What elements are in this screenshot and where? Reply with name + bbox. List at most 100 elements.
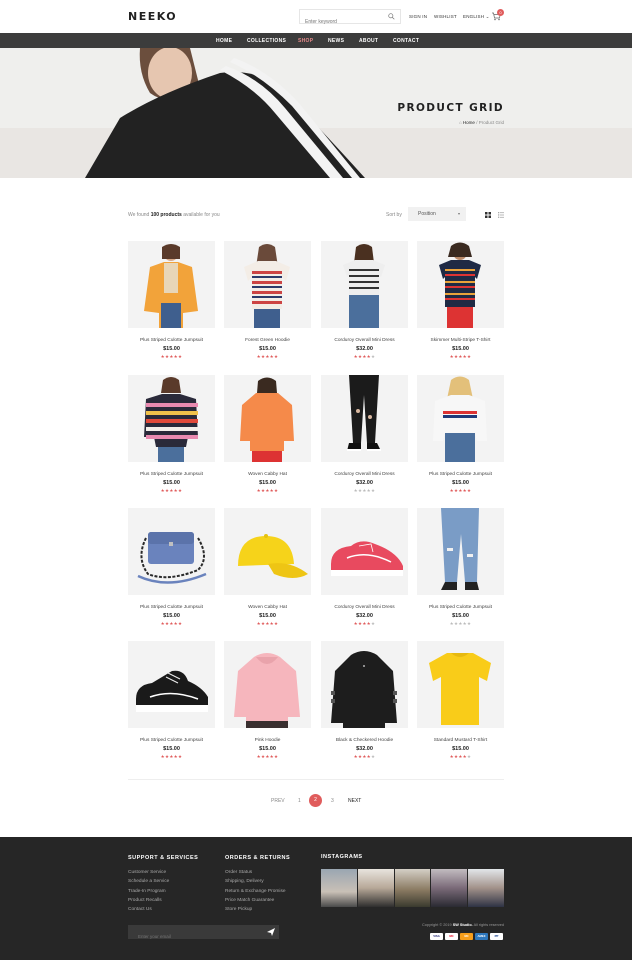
product-card[interactable]: Woven Cabby Hat $15.00 ★★★★★ — [224, 508, 311, 627]
copyright-brand[interactable]: SW Studio. — [453, 923, 473, 927]
product-name[interactable]: Pink Hoodie — [224, 738, 311, 743]
nav-news[interactable]: NEWS — [328, 38, 344, 44]
instagram-photo[interactable] — [394, 869, 431, 907]
list-view-icon[interactable] — [498, 212, 504, 218]
footer-link[interactable]: Product Recalls — [128, 896, 169, 905]
product-card[interactable]: Plus Striped Culotte Jumpsuit $15.00 ★★★… — [128, 241, 215, 360]
grid-view-icon[interactable] — [485, 212, 491, 218]
pagination-page-2[interactable]: 2 — [309, 794, 322, 807]
sort-select[interactable]: Position ▾ — [408, 207, 466, 221]
product-image[interactable] — [224, 241, 311, 328]
instagram-photo[interactable] — [431, 869, 468, 907]
product-image[interactable] — [321, 641, 408, 728]
product-name[interactable]: Plus Striped Culotte Jumpsuit — [128, 738, 215, 743]
product-card[interactable]: Plus Striped Culotte Jumpsuit $15.00 ★★★… — [128, 375, 215, 494]
product-name[interactable]: Woven Cabby Hat — [224, 605, 311, 610]
product-card[interactable]: Woven Cabby Hat $15.00 ★★★★★ — [224, 375, 311, 494]
product-image[interactable] — [128, 241, 215, 328]
product-image[interactable] — [224, 375, 311, 462]
footer-link[interactable]: Return & Exchange Promise — [225, 887, 286, 896]
nav-shop[interactable]: SHOP — [298, 38, 313, 44]
results-number: 100 products — [150, 212, 182, 218]
payment-methods: VISA MC MC AMEX PP — [430, 933, 503, 940]
mastercard-icon: MC — [460, 933, 473, 940]
product-card[interactable]: Plus Striped Culotte Jumpsuit $15.00 ★★★… — [417, 375, 504, 494]
footer-link[interactable]: Contact Us — [128, 905, 169, 914]
pagination-page-3[interactable]: 3 — [331, 798, 334, 804]
footer-link[interactable]: Price Match Guarantee — [225, 896, 286, 905]
product-card[interactable]: Corduroy Overall Mini Dress $32.00 ★★★★★ — [321, 508, 408, 627]
product-image[interactable] — [128, 375, 215, 462]
search-icon[interactable] — [388, 13, 395, 20]
nav-collections[interactable]: COLLECTIONS — [247, 38, 286, 44]
pagination-prev[interactable]: PREV — [271, 798, 285, 804]
star-icon: ★ — [467, 354, 472, 359]
product-card[interactable]: Corduroy Overall Mini Dress $32.00 ★★★★★ — [321, 241, 408, 360]
site-logo[interactable]: NEEKO — [128, 10, 177, 23]
product-image[interactable] — [128, 641, 215, 728]
star-icon: ★ — [178, 754, 183, 759]
product-image[interactable] — [321, 241, 408, 328]
product-image[interactable] — [417, 641, 504, 728]
nav-about[interactable]: ABOUT — [359, 38, 378, 44]
footer-link[interactable]: Schedule a Service — [128, 877, 169, 886]
cart-count-badge: 0 — [497, 9, 504, 16]
search-box[interactable] — [299, 9, 401, 29]
product-name[interactable]: Corduroy Overall Mini Dress — [321, 338, 408, 343]
nav-home[interactable]: HOME — [216, 38, 232, 44]
instagram-photo[interactable] — [468, 869, 504, 907]
product-name[interactable]: Plus Striped Culotte Jumpsuit — [128, 605, 215, 610]
hero-model-image — [85, 48, 365, 178]
send-icon[interactable] — [267, 928, 275, 936]
product-name[interactable]: Corduroy Overall Mini Dress — [321, 472, 408, 477]
product-image[interactable] — [417, 241, 504, 328]
product-image[interactable] — [321, 508, 408, 595]
product-card[interactable]: Pink Hoodie $15.00 ★★★★★ — [224, 641, 311, 760]
product-card[interactable]: Forest Green Hoodie $15.00 ★★★★★ — [224, 241, 311, 360]
product-name[interactable]: Woven Cabby Hat — [224, 472, 311, 477]
pagination-next[interactable]: NEXT — [348, 798, 361, 804]
instagram-photo[interactable] — [321, 869, 357, 907]
product-card[interactable]: Skimmer Multi-Stripe T-Shirt $15.00 ★★★★… — [417, 241, 504, 360]
product-price: $15.00 — [163, 480, 180, 486]
product-name[interactable]: Plus Striped Culotte Jumpsuit — [417, 605, 504, 610]
product-name[interactable]: Forest Green Hoodie — [224, 338, 311, 343]
instagram-photo[interactable] — [357, 869, 394, 907]
product-card[interactable]: Plus Striped Culotte Jumpsuit $15.00 ★★★… — [128, 641, 215, 760]
product-rating: ★★★★★ — [417, 754, 504, 760]
product-image[interactable] — [417, 508, 504, 595]
product-card[interactable]: Plus Striped Culotte Jumpsuit $15.00 ★★★… — [417, 508, 504, 627]
breadcrumb-home[interactable]: Home — [463, 120, 475, 125]
product-image[interactable] — [224, 508, 311, 595]
product-card[interactable]: Corduroy Overall Mini Dress $32.00 ★★★★★ — [321, 375, 408, 494]
nav-contact[interactable]: CONTACT — [393, 38, 419, 44]
product-name[interactable]: Plus Striped Culotte Jumpsuit — [128, 472, 215, 477]
footer-link[interactable]: Shipping, Delivery — [225, 877, 286, 886]
product-rating: ★★★★★ — [321, 488, 408, 494]
product-name[interactable]: Black & Checkered Hoodie — [321, 738, 408, 743]
product-name[interactable]: Standard Mustard T-Shirt — [417, 738, 504, 743]
email-input[interactable] — [128, 929, 258, 944]
product-image[interactable] — [321, 375, 408, 462]
product-card[interactable]: Black & Checkered Hoodie $32.00 ★★★★★ — [321, 641, 408, 760]
product-image[interactable] — [224, 641, 311, 728]
footer-link[interactable]: Order Status — [225, 868, 286, 877]
product-image[interactable] — [128, 508, 215, 595]
product-name[interactable]: Plus Striped Culotte Jumpsuit — [128, 338, 215, 343]
product-name[interactable]: Corduroy Overall Mini Dress — [321, 605, 408, 610]
footer-link[interactable]: Trade-In Program — [128, 887, 169, 896]
footer-link[interactable]: Customer Service — [128, 868, 169, 877]
wishlist-link[interactable]: WISHLIST — [434, 14, 457, 19]
orders-links: Order Status Shipping, Delivery Return &… — [225, 868, 286, 914]
product-name[interactable]: Plus Striped Culotte Jumpsuit — [417, 472, 504, 477]
product-name[interactable]: Skimmer Multi-Stripe T-Shirt — [417, 338, 504, 343]
product-card[interactable]: Standard Mustard T-Shirt $15.00 ★★★★★ — [417, 641, 504, 760]
product-card[interactable]: Plus Striped Culotte Jumpsuit $15.00 ★★★… — [128, 508, 215, 627]
sign-in-link[interactable]: SIGN IN — [409, 14, 427, 19]
language-select[interactable]: ENGLISH ⌄ — [463, 14, 490, 20]
search-input[interactable] — [300, 15, 386, 29]
product-image[interactable] — [417, 375, 504, 462]
product-price: $15.00 — [452, 613, 469, 619]
pagination-page-1[interactable]: 1 — [298, 798, 301, 804]
footer-link[interactable]: Store Pickup — [225, 905, 286, 914]
